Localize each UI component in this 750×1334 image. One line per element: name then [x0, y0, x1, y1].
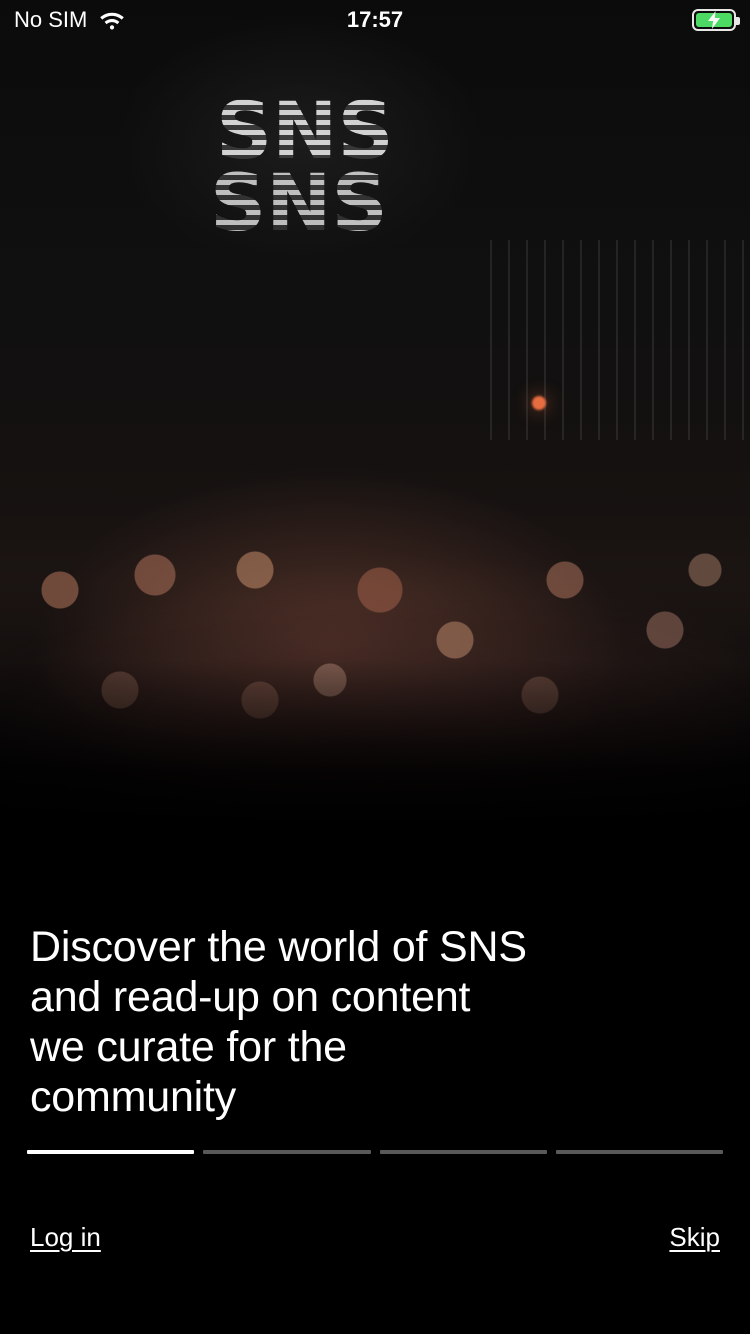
pager-segment [203, 1150, 371, 1154]
onboarding-headline: Discover the world of SNS and read-up on… [30, 923, 527, 1121]
svg-text:SNS: SNS [210, 159, 388, 240]
pager-segment [27, 1150, 195, 1154]
battery-icon [692, 9, 740, 31]
hero-image: SNS SNS [0, 0, 750, 830]
bottom-actions: Log in Skip [30, 1220, 720, 1254]
status-right [692, 8, 740, 32]
status-time: 17:57 [346, 7, 404, 32]
pager-segment [379, 1150, 547, 1154]
warm-light [532, 396, 546, 410]
login-link[interactable]: Log in [30, 1222, 101, 1253]
pager-segment [555, 1150, 723, 1154]
crowd [0, 480, 750, 830]
gate-bars [490, 240, 750, 440]
skip-link[interactable]: Skip [669, 1222, 720, 1253]
status-bar: No SIM 17:57 [0, 0, 750, 40]
lightning-icon [694, 11, 734, 29]
projected-logo: SNS SNS [206, 70, 426, 240]
onboarding-pager [27, 1149, 723, 1155]
